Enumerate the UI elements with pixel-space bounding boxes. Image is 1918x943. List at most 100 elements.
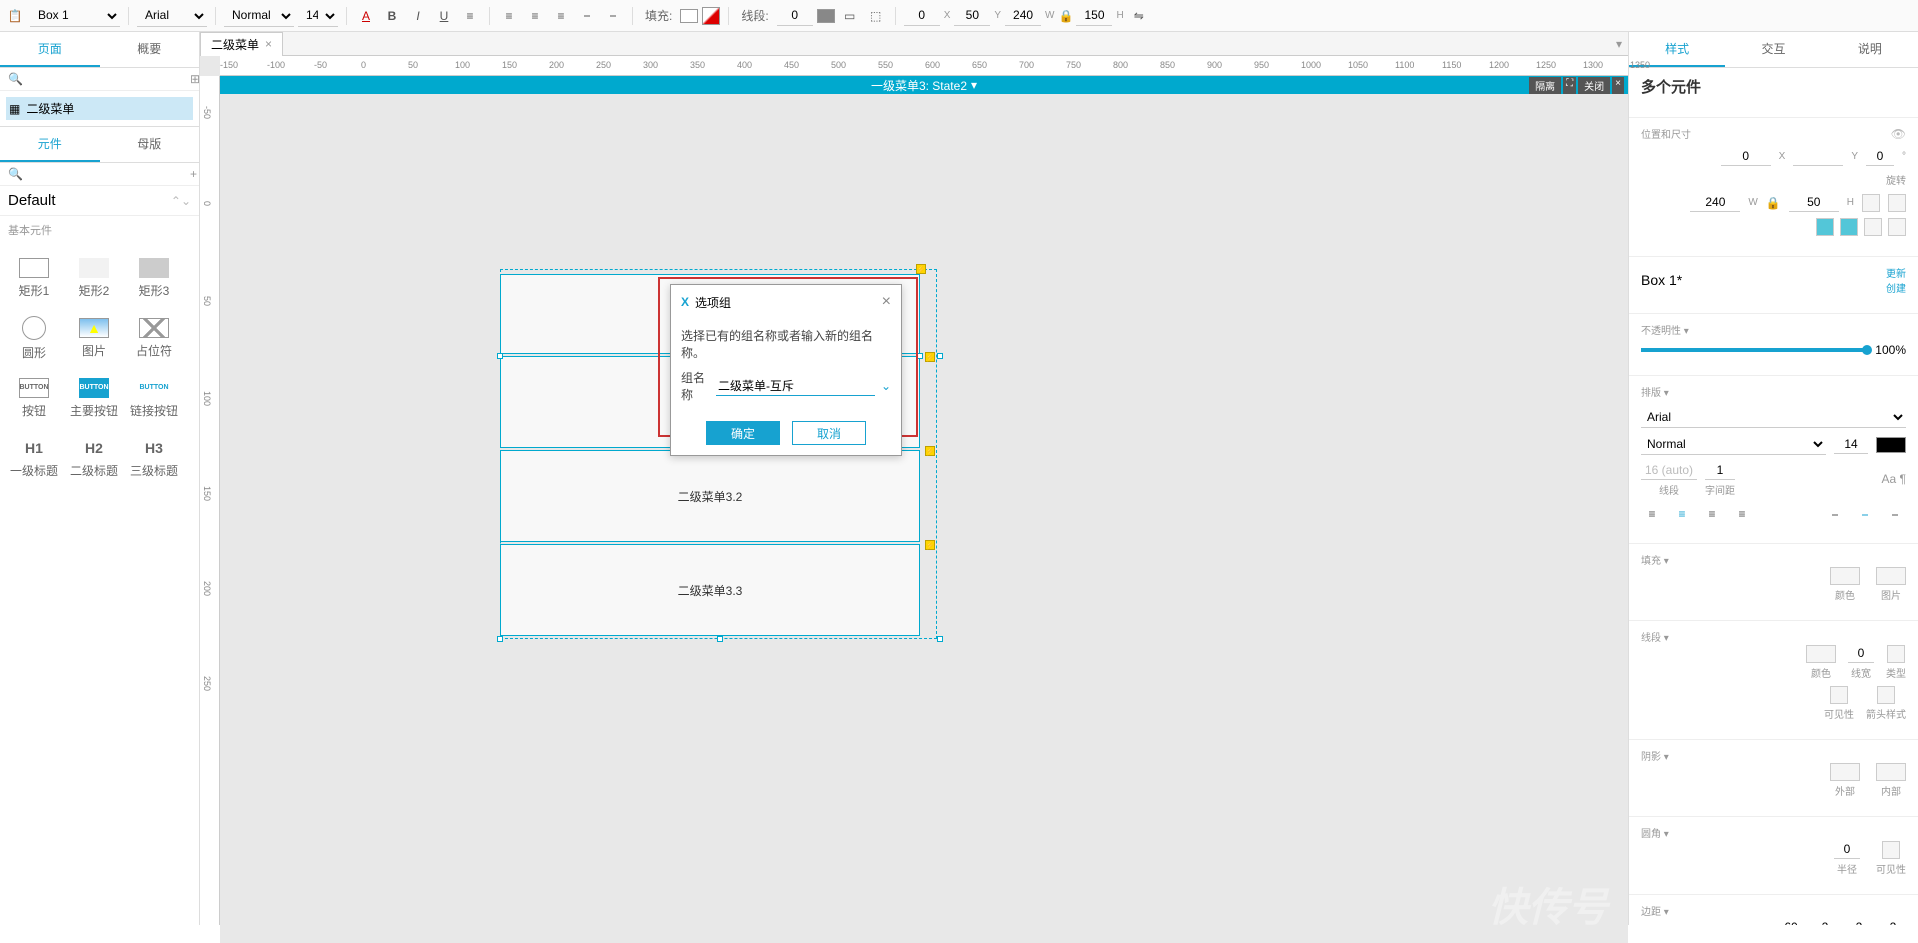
library-name[interactable]: Default [8,192,56,209]
tab-outline[interactable]: 概要 [100,32,200,67]
border-width-input[interactable] [1848,644,1874,663]
align-tool-icon[interactable] [1864,218,1882,236]
isolate-expand-icon[interactable]: ⛶ [1563,77,1576,94]
widget-rect2[interactable]: 矩形2 [64,248,124,308]
widget-h2[interactable]: H2二级标题 [64,428,124,488]
align-tool-icon[interactable] [1840,218,1858,236]
border-color-swatch[interactable] [817,9,835,23]
w-input[interactable] [1690,193,1740,212]
add-page-icon[interactable]: ⊞ [190,72,200,86]
widget-placeholder[interactable]: 占位符 [124,308,184,368]
widget-image[interactable]: ▲图片 [64,308,124,368]
add-lib-icon[interactable]: + [190,167,197,181]
tab-widgets[interactable]: 元件 [0,127,100,162]
underline-icon[interactable]: U [433,5,455,27]
pad-b-input[interactable] [1880,918,1906,925]
fit-width-icon[interactable] [1862,194,1880,212]
widget-rect3[interactable]: 矩形3 [124,248,184,308]
rot-input[interactable] [1866,147,1894,166]
close-icon[interactable]: × [882,293,891,311]
border-width-input[interactable] [777,6,813,26]
align-center-icon[interactable]: ≡ [1671,503,1693,525]
align-right-icon[interactable]: ≡ [1701,503,1723,525]
widget-ellipse[interactable]: 圆形 [4,308,64,368]
border-vis-icon[interactable]: ⬚ [865,5,887,27]
italic-icon[interactable]: I [407,5,429,27]
interaction-marker-icon[interactable]: ⚡ [925,540,935,550]
h-input[interactable] [1789,193,1839,212]
align-left-icon[interactable]: ≡ [498,5,520,27]
fit-height-icon[interactable] [1888,194,1906,212]
tab-notes[interactable]: 说明 [1822,32,1918,67]
line-height-input[interactable] [1641,461,1697,480]
interaction-marker-icon[interactable]: ⚡ [925,446,935,456]
shadow-inner-icon[interactable] [1876,763,1906,781]
align-right-icon[interactable]: ≡ [550,5,572,27]
corner-vis-icon[interactable] [1882,841,1900,859]
fill-image-icon[interactable] [1876,567,1906,585]
x-input[interactable] [904,6,940,26]
size-select[interactable]: 14 [298,5,338,27]
close-state-x-icon[interactable]: × [1612,77,1624,94]
valign-icon[interactable]: ⎯ [576,5,598,27]
align-left-icon[interactable]: ≡ [1641,503,1663,525]
opacity-slider[interactable] [1641,348,1867,352]
align-center-icon[interactable]: ≡ [524,5,546,27]
pad-t-input[interactable] [1812,918,1838,925]
menu-item-33[interactable]: 二级菜单3.3 [500,544,920,636]
widget-rect1[interactable]: 矩形1 [4,248,64,308]
fill-image-icon[interactable] [702,7,720,25]
outline-item[interactable]: ▦ 二级菜单 [6,97,193,120]
bullet-list-icon[interactable]: ≡ [459,5,481,27]
lock-aspect-icon[interactable]: 🔒 [1766,196,1781,210]
distribute-icon[interactable]: ⎯ [602,5,624,27]
isolate-button[interactable]: 隔离 [1529,77,1561,94]
menu-item-32[interactable]: 二级菜单3.2 [500,450,920,542]
fill-color-swatch[interactable] [680,9,698,23]
text-options-icon[interactable]: Aa ¶ [1882,472,1906,486]
widget-button[interactable]: BUTTON按钮 [4,368,64,428]
close-state-button[interactable]: 关闭 [1578,77,1610,94]
style-select[interactable]: Box 1 [30,5,120,27]
tab-masters[interactable]: 母版 [100,127,200,162]
search-icon[interactable]: 🔍 [8,72,23,86]
page-search-input[interactable] [29,72,184,86]
page-tab[interactable]: 二级菜单 × [200,32,283,56]
valign-mid-icon[interactable]: ⎯ [1854,503,1876,525]
visibility-icon[interactable]: 👁 [1891,127,1906,141]
w-input[interactable] [1005,6,1041,26]
x-input[interactable] [1721,147,1771,166]
align-justify-icon[interactable]: ≡ [1731,503,1753,525]
paint-format-icon[interactable]: 📋 [4,5,26,27]
font-select[interactable]: Arial [137,5,207,27]
widget-link-button[interactable]: BUTTON链接按钮 [124,368,184,428]
tab-pages[interactable]: 页面 [0,32,100,67]
style-name[interactable]: Box 1* [1641,272,1682,288]
widget-h3[interactable]: H3三级标题 [124,428,184,488]
flip-icon[interactable]: ⇋ [1128,5,1150,27]
arrow-style-icon[interactable] [1877,686,1895,704]
cancel-button[interactable]: 取消 [792,421,866,445]
widget-primary-button[interactable]: BUTTON主要按钮 [64,368,124,428]
widget-h1[interactable]: H1一级标题 [4,428,64,488]
weight-select[interactable]: Normal [224,5,294,27]
interaction-marker-icon[interactable]: ⚡ [925,352,935,362]
y-input[interactable] [954,6,990,26]
group-name-input[interactable] [716,377,875,396]
text-color-icon[interactable]: A [355,5,377,27]
shadow-outer-icon[interactable] [1830,763,1860,781]
canvas[interactable]: 🗓 一级 ⚡ 二级 ⚡ 二级菜单3.2 ⚡ 二级菜单3.3 ⚡ [220,94,1628,943]
char-spacing-input[interactable] [1705,461,1735,480]
y-input[interactable] [1793,147,1843,166]
border-style-icon[interactable]: ▭ [839,5,861,27]
align-tool-icon[interactable] [1888,218,1906,236]
tab-dropdown-icon[interactable]: ▾ [1610,37,1628,51]
lib-expand-icon[interactable]: ⌃⌄ [171,194,191,208]
size-input[interactable] [1834,435,1868,454]
ok-button[interactable]: 确定 [706,421,780,445]
border-vis-icon[interactable] [1830,686,1848,704]
fill-color-swatch[interactable] [1830,567,1860,585]
radius-input[interactable] [1834,840,1860,859]
tab-interactions[interactable]: 交互 [1725,32,1821,67]
interaction-marker-icon[interactable]: ⚡ [916,264,926,274]
